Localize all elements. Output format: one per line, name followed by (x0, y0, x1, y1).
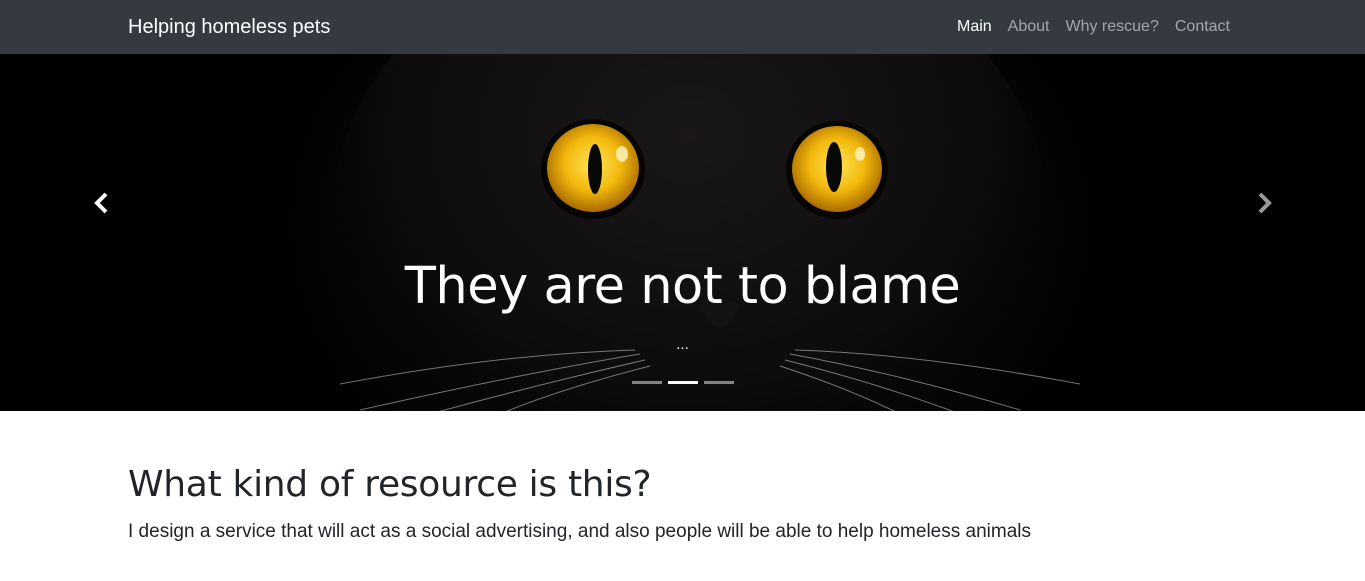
chevron-right-icon (1258, 192, 1272, 214)
carousel-next-button[interactable] (1252, 191, 1276, 215)
nav-item-contact: Contact (1175, 17, 1230, 37)
chevron-left-icon (94, 192, 108, 214)
slide-caption-text: ... (676, 336, 689, 353)
section-description: I design a service that will act as a so… (128, 521, 1031, 542)
carousel-indicator-1[interactable] (632, 381, 662, 384)
carousel-indicators (632, 381, 734, 384)
carousel-indicator-2[interactable] (668, 381, 698, 384)
nav-link-main[interactable]: Main (957, 18, 992, 35)
nav-item-why-rescue: Why rescue? (1065, 17, 1158, 37)
nav-link-about[interactable]: About (1008, 18, 1050, 35)
nav-link-why-rescue[interactable]: Why rescue? (1065, 18, 1158, 35)
carousel-indicator-3[interactable] (704, 381, 734, 384)
slide-caption-title: They are not to blame (404, 257, 961, 316)
carousel-prev-button[interactable] (90, 191, 114, 215)
nav-link-contact[interactable]: Contact (1175, 18, 1230, 35)
brand-link[interactable]: Helping homeless pets (128, 15, 330, 39)
top-navbar: Helping homeless pets Main About Why res… (0, 0, 1365, 54)
black-cat-image (330, 54, 1081, 411)
section-heading: What kind of resource is this? (128, 464, 652, 505)
nav-item-about: About (1008, 17, 1050, 37)
nav-item-main: Main (957, 17, 992, 37)
hero-carousel: They are not to blame ... (0, 54, 1365, 411)
nav-menu: Main About Why rescue? Contact (957, 17, 1230, 37)
